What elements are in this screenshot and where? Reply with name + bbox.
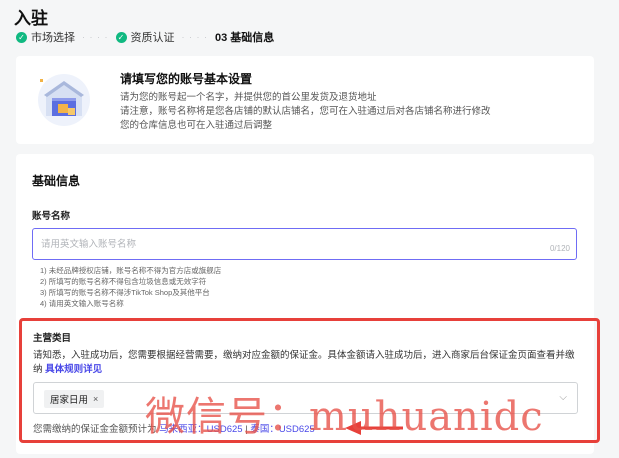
chevron-down-icon[interactable]: ⌵ (559, 392, 567, 403)
check-circle-icon: ✓ (16, 31, 27, 43)
step-label: 03 基础信息 (215, 32, 275, 44)
hint-line: 4) 请用英文输入账号名称 (40, 299, 124, 308)
arrow-left-icon (345, 421, 403, 435)
step-divider: · · · · (181, 32, 208, 42)
close-icon[interactable]: × (93, 394, 98, 404)
deposit-info: 您需缴纳的保证金金额预计为 马来西亚：USD625 | 泰国：USD625 (33, 421, 315, 435)
intro-title: 请填写您的账号基本设置 (120, 72, 253, 86)
step-divider: · · · · (82, 32, 109, 42)
intro-line: 请注意，账号名称将是您各店铺的默认店铺名，您可在入驻通过后对各店铺名称进行修改 (120, 106, 491, 117)
step-basic-info[interactable]: 03 基础信息 (215, 29, 274, 45)
hint-line: 1) 未经品牌授权店铺，账号名称不得为官方店或旗舰店 (40, 266, 222, 275)
intro-line: 请为您的账号起一个名字，并提供您的首公里发货及退货地址 (120, 92, 377, 103)
category-description-text: 请知悉，入驻成功后，您需要根据经营需要，缴纳对应金额的保证金。具体金额请入驻成功… (33, 350, 575, 375)
account-name-field[interactable]: 0/120 (32, 228, 577, 260)
category-tag-label: 居家日用 (50, 395, 89, 406)
step-market[interactable]: ✓ 市场选择 (16, 29, 75, 45)
warehouse-icon (38, 74, 90, 126)
category-tag: 居家日用 × (44, 390, 105, 408)
deposit-thailand: 泰国：USD625 (250, 424, 315, 435)
char-counter: 0/120 (549, 244, 570, 253)
category-description: 请知悉，入驻成功后，您需要根据经营需要，缴纳对应金额的保证金。具体金额请入驻成功… (33, 349, 583, 377)
deposit-malaysia: 马来西亚：USD625 (159, 424, 243, 435)
category-select[interactable]: 居家日用 × ⌵ (33, 382, 578, 414)
deposit-prefix: 您需缴纳的保证金金额预计为 (33, 424, 160, 435)
check-circle-icon: ✓ (115, 31, 127, 43)
hint-line: 3) 所填写的账号名称不得涉TikTok Shop及其他平台 (40, 288, 210, 297)
rules-link[interactable]: 具体规则详见 (45, 364, 102, 375)
page-title: 入驻 (14, 9, 48, 28)
step-qualification[interactable]: ✓ 资质认证 (115, 29, 175, 45)
step-label: 市场选择 (31, 32, 75, 44)
section-title: 基础信息 (32, 174, 81, 188)
intro-line: 您的仓库信息也可在入驻通过后调整 (120, 120, 273, 131)
account-name-input[interactable] (41, 229, 521, 259)
account-name-label: 账号名称 (32, 211, 71, 222)
main-category-label: 主营类目 (33, 333, 72, 344)
step-label: 资质认证 (130, 32, 175, 44)
hint-line: 2) 所填写的账号名称不得包含垃圾信息或无效字符 (40, 277, 207, 286)
intro-card: 请填写您的账号基本设置 请为您的账号起一个名字，并提供您的首公里发货及退货地址 … (16, 56, 594, 144)
stepper: ✓ 市场选择 · · · · ✓ 资质认证 · · · · 03 基础信息 (16, 29, 274, 45)
